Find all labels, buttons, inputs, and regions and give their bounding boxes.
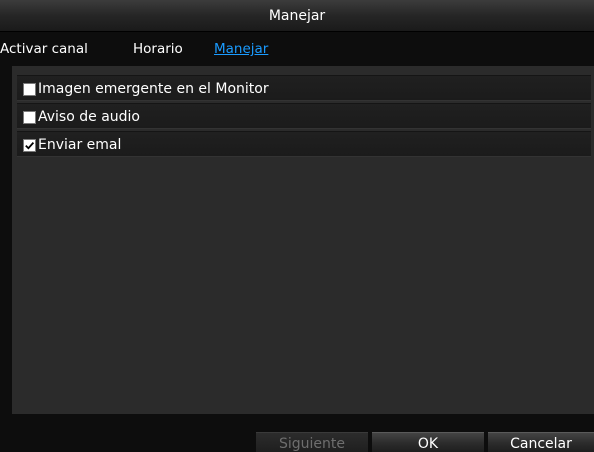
checkbox-audio-warning[interactable] [23,111,36,124]
tab-horario[interactable]: Horario [133,35,183,63]
ok-button[interactable]: OK [372,432,484,452]
dialog-title: Manejar [0,0,594,32]
manage-dialog: Manejar Activar canal Horario Manejar Im… [0,0,594,452]
checkmark-icon [25,142,35,150]
tab-activar-canal[interactable]: Activar canal [0,35,88,63]
checkbox-popup-monitor[interactable] [23,83,36,96]
option-label: Enviar emal [38,137,122,153]
tab-manejar[interactable]: Manejar [214,35,268,63]
next-button[interactable]: Siguiente [256,432,368,452]
options-panel: Imagen emergente en el Monitor Aviso de … [12,66,594,414]
footer-bar: Siguiente OK Cancelar [0,414,594,452]
option-label: Imagen emergente en el Monitor [38,81,269,97]
tab-label: Manejar [214,41,269,57]
option-label: Aviso de audio [38,109,140,125]
tab-bar: Activar canal Horario Manejar [0,35,594,63]
option-row-send-email[interactable]: Enviar emal [17,131,591,157]
tab-label: Activar canal [0,41,88,57]
cancel-button[interactable]: Cancelar [488,432,594,452]
option-row-popup-monitor[interactable]: Imagen emergente en el Monitor [17,75,591,101]
tab-label: Horario [133,41,183,57]
option-row-audio-warning[interactable]: Aviso de audio [17,103,591,129]
checkbox-send-email[interactable] [23,139,36,152]
